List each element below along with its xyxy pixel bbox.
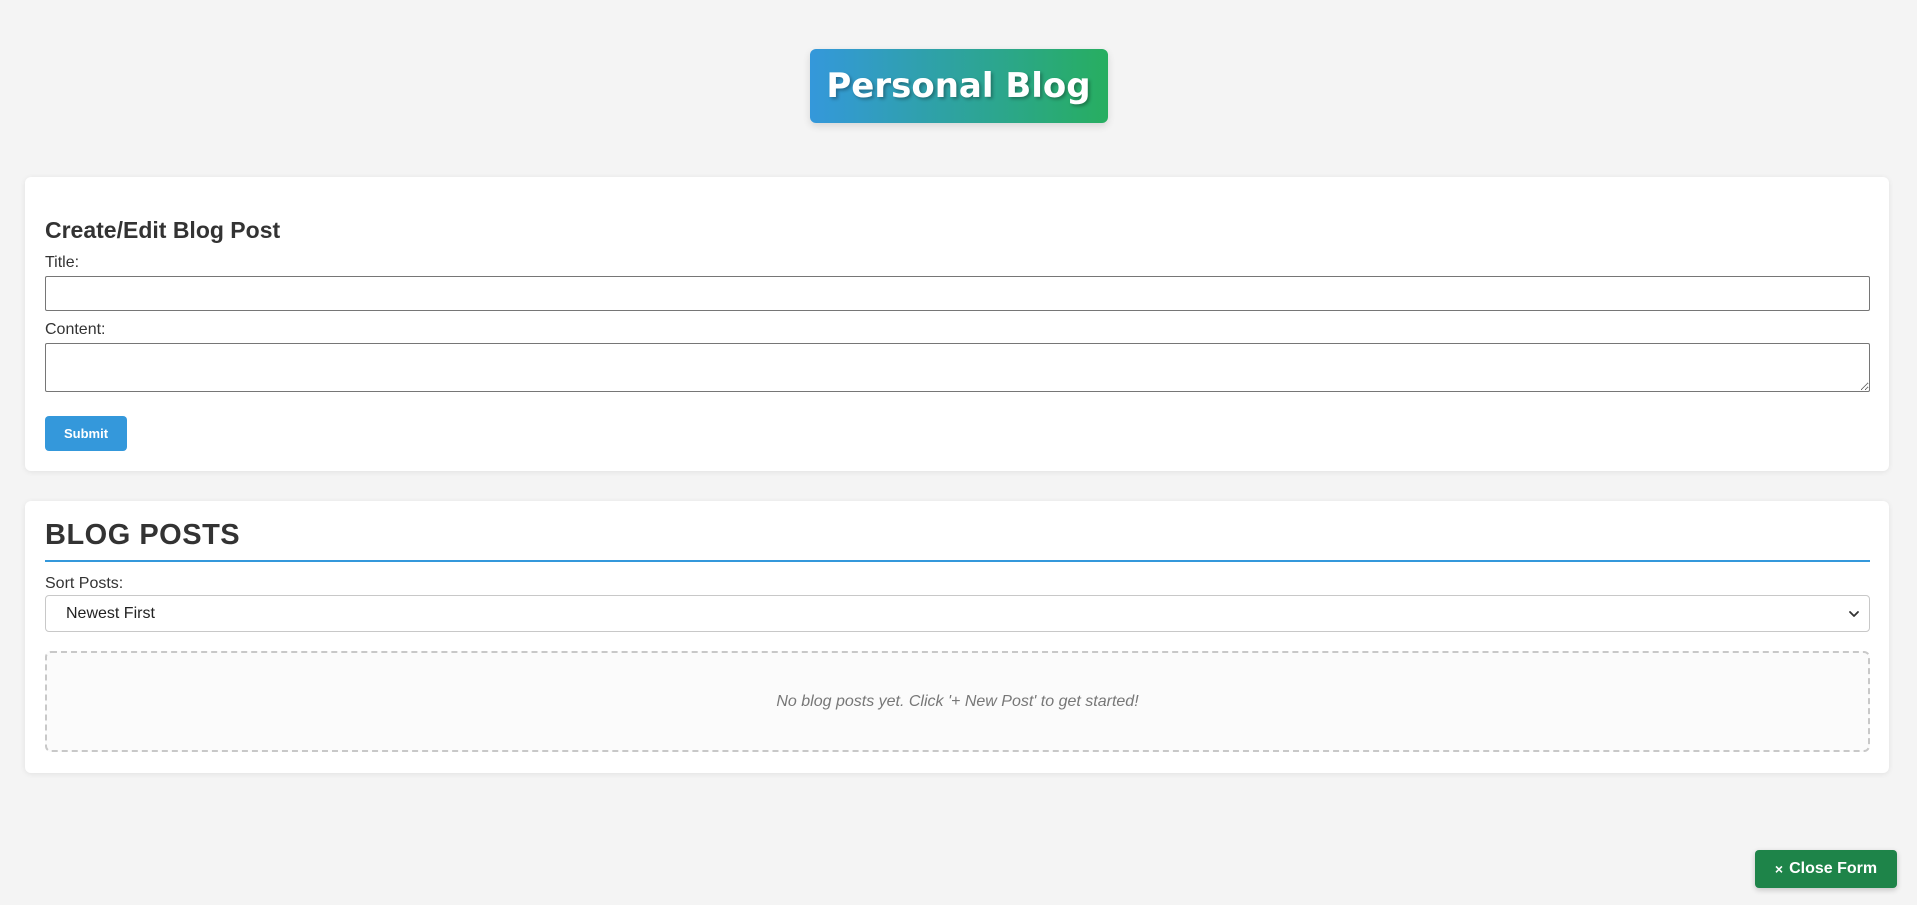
post-form-card: Create/Edit Blog Post Title: Content: Su… — [25, 177, 1889, 471]
content-label: Content: — [45, 321, 106, 338]
sort-selected-value: Newest First — [66, 604, 155, 622]
close-form-button[interactable]: × Close Form — [1755, 850, 1897, 888]
sort-label: Sort Posts: — [45, 575, 124, 592]
title-input[interactable] — [45, 276, 1870, 311]
posts-heading: BLOG POSTS — [45, 519, 1870, 562]
chevron-down-icon — [1849, 610, 1859, 617]
content-textarea[interactable] — [45, 343, 1870, 392]
empty-posts-text: No blog posts yet. Click '+ New Post' to… — [776, 692, 1139, 710]
site-header: Personal Blog — [0, 49, 1917, 123]
empty-posts-message: No blog posts yet. Click '+ New Post' to… — [45, 651, 1870, 752]
form-heading: Create/Edit Blog Post — [45, 217, 281, 243]
sort-select[interactable]: Newest First — [45, 595, 1870, 632]
close-form-label: Close Form — [1789, 860, 1878, 877]
site-title: Personal Blog — [809, 49, 1108, 123]
blog-posts-card: BLOG POSTS Sort Posts: Newest First No b… — [25, 501, 1889, 773]
submit-button[interactable]: Submit — [45, 416, 127, 451]
title-label: Title: — [45, 254, 80, 271]
close-icon: × — [1774, 861, 1784, 877]
